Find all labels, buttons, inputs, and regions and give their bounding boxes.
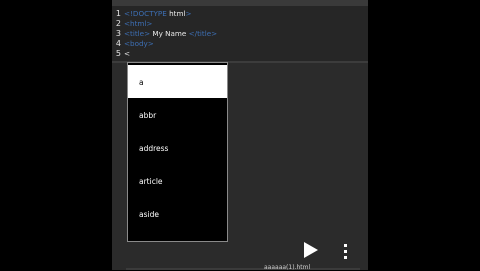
suggestion-label: address	[139, 144, 169, 153]
suggestion-label: abbr	[139, 111, 157, 120]
play-icon	[304, 242, 318, 258]
suggestion-label: aside	[139, 210, 159, 219]
code-line-5[interactable]: <	[124, 49, 130, 59]
overflow-menu-button[interactable]	[340, 243, 350, 259]
code-line-4[interactable]: <body>	[124, 39, 154, 49]
code-line-2[interactable]: <html>	[124, 19, 152, 29]
suggestion-item-a[interactable]: a	[128, 65, 227, 98]
body-tag: <body>	[124, 39, 154, 48]
suggestion-item-aside[interactable]: aside	[128, 197, 227, 230]
line-number: 2	[115, 19, 121, 28]
code-line-1[interactable]: <!DOCTYPE html>	[124, 9, 191, 19]
doctype-tag-open: <!DOCTYPE	[124, 9, 167, 18]
suggestion-item-address[interactable]: address	[128, 131, 227, 164]
code-line-3[interactable]: <title> My Name </title>	[124, 29, 217, 39]
doctype-text: html	[166, 9, 186, 18]
suggestion-label: article	[139, 177, 163, 186]
line-number: 4	[115, 39, 121, 48]
file-tab[interactable]: aaaaaa(1).html	[126, 264, 360, 271]
title-tag-close: </title>	[188, 29, 218, 38]
html-tag: <html>	[124, 19, 153, 28]
typed-text: <	[124, 49, 131, 58]
doctype-tag-close: >	[185, 9, 192, 18]
line-number: 3	[115, 29, 121, 38]
suggestion-item-article[interactable]: article	[128, 164, 227, 197]
autocomplete-popup: a abbr address article aside	[127, 62, 228, 242]
title-tag-open: <title>	[124, 29, 151, 38]
run-button[interactable]	[303, 241, 319, 259]
line-number: 5	[115, 49, 121, 58]
code-editor[interactable]: 1 2 3 4 5 <!DOCTYPE html> <html> <title>…	[112, 6, 368, 62]
suggestion-label: a	[139, 78, 144, 87]
line-number: 1	[115, 9, 121, 18]
title-text: My Name	[150, 29, 189, 38]
suggestion-item-abbr[interactable]: abbr	[128, 98, 227, 131]
